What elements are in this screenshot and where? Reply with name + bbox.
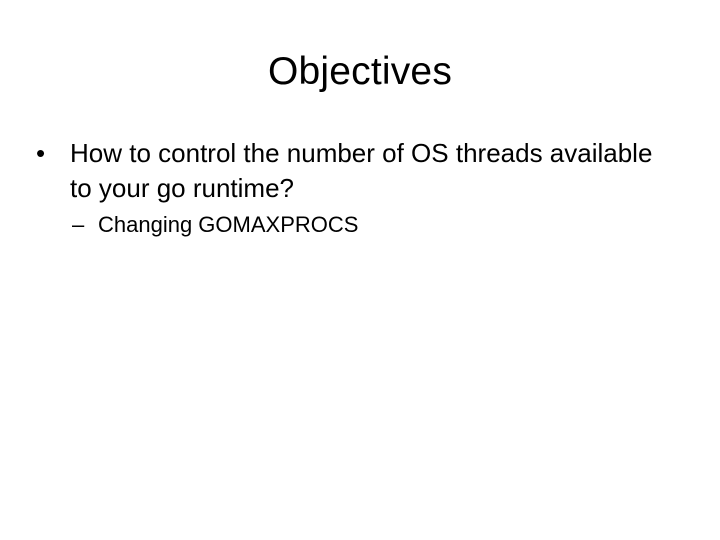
sub-bullet-text: Changing GOMAXPROCS — [98, 212, 359, 237]
bullet-text: How to control the number of OS threads … — [70, 138, 653, 203]
slide-content: • How to control the number of OS thread… — [36, 136, 666, 240]
dash-icon: – — [72, 212, 85, 237]
slide: Objectives • How to control the number o… — [0, 0, 720, 540]
bullet-item: • How to control the number of OS thread… — [36, 136, 666, 206]
sub-bullet-item: – Changing GOMAXPROCS — [36, 210, 666, 240]
bullet-icon: • — [36, 138, 46, 168]
slide-title: Objectives — [267, 50, 453, 93]
